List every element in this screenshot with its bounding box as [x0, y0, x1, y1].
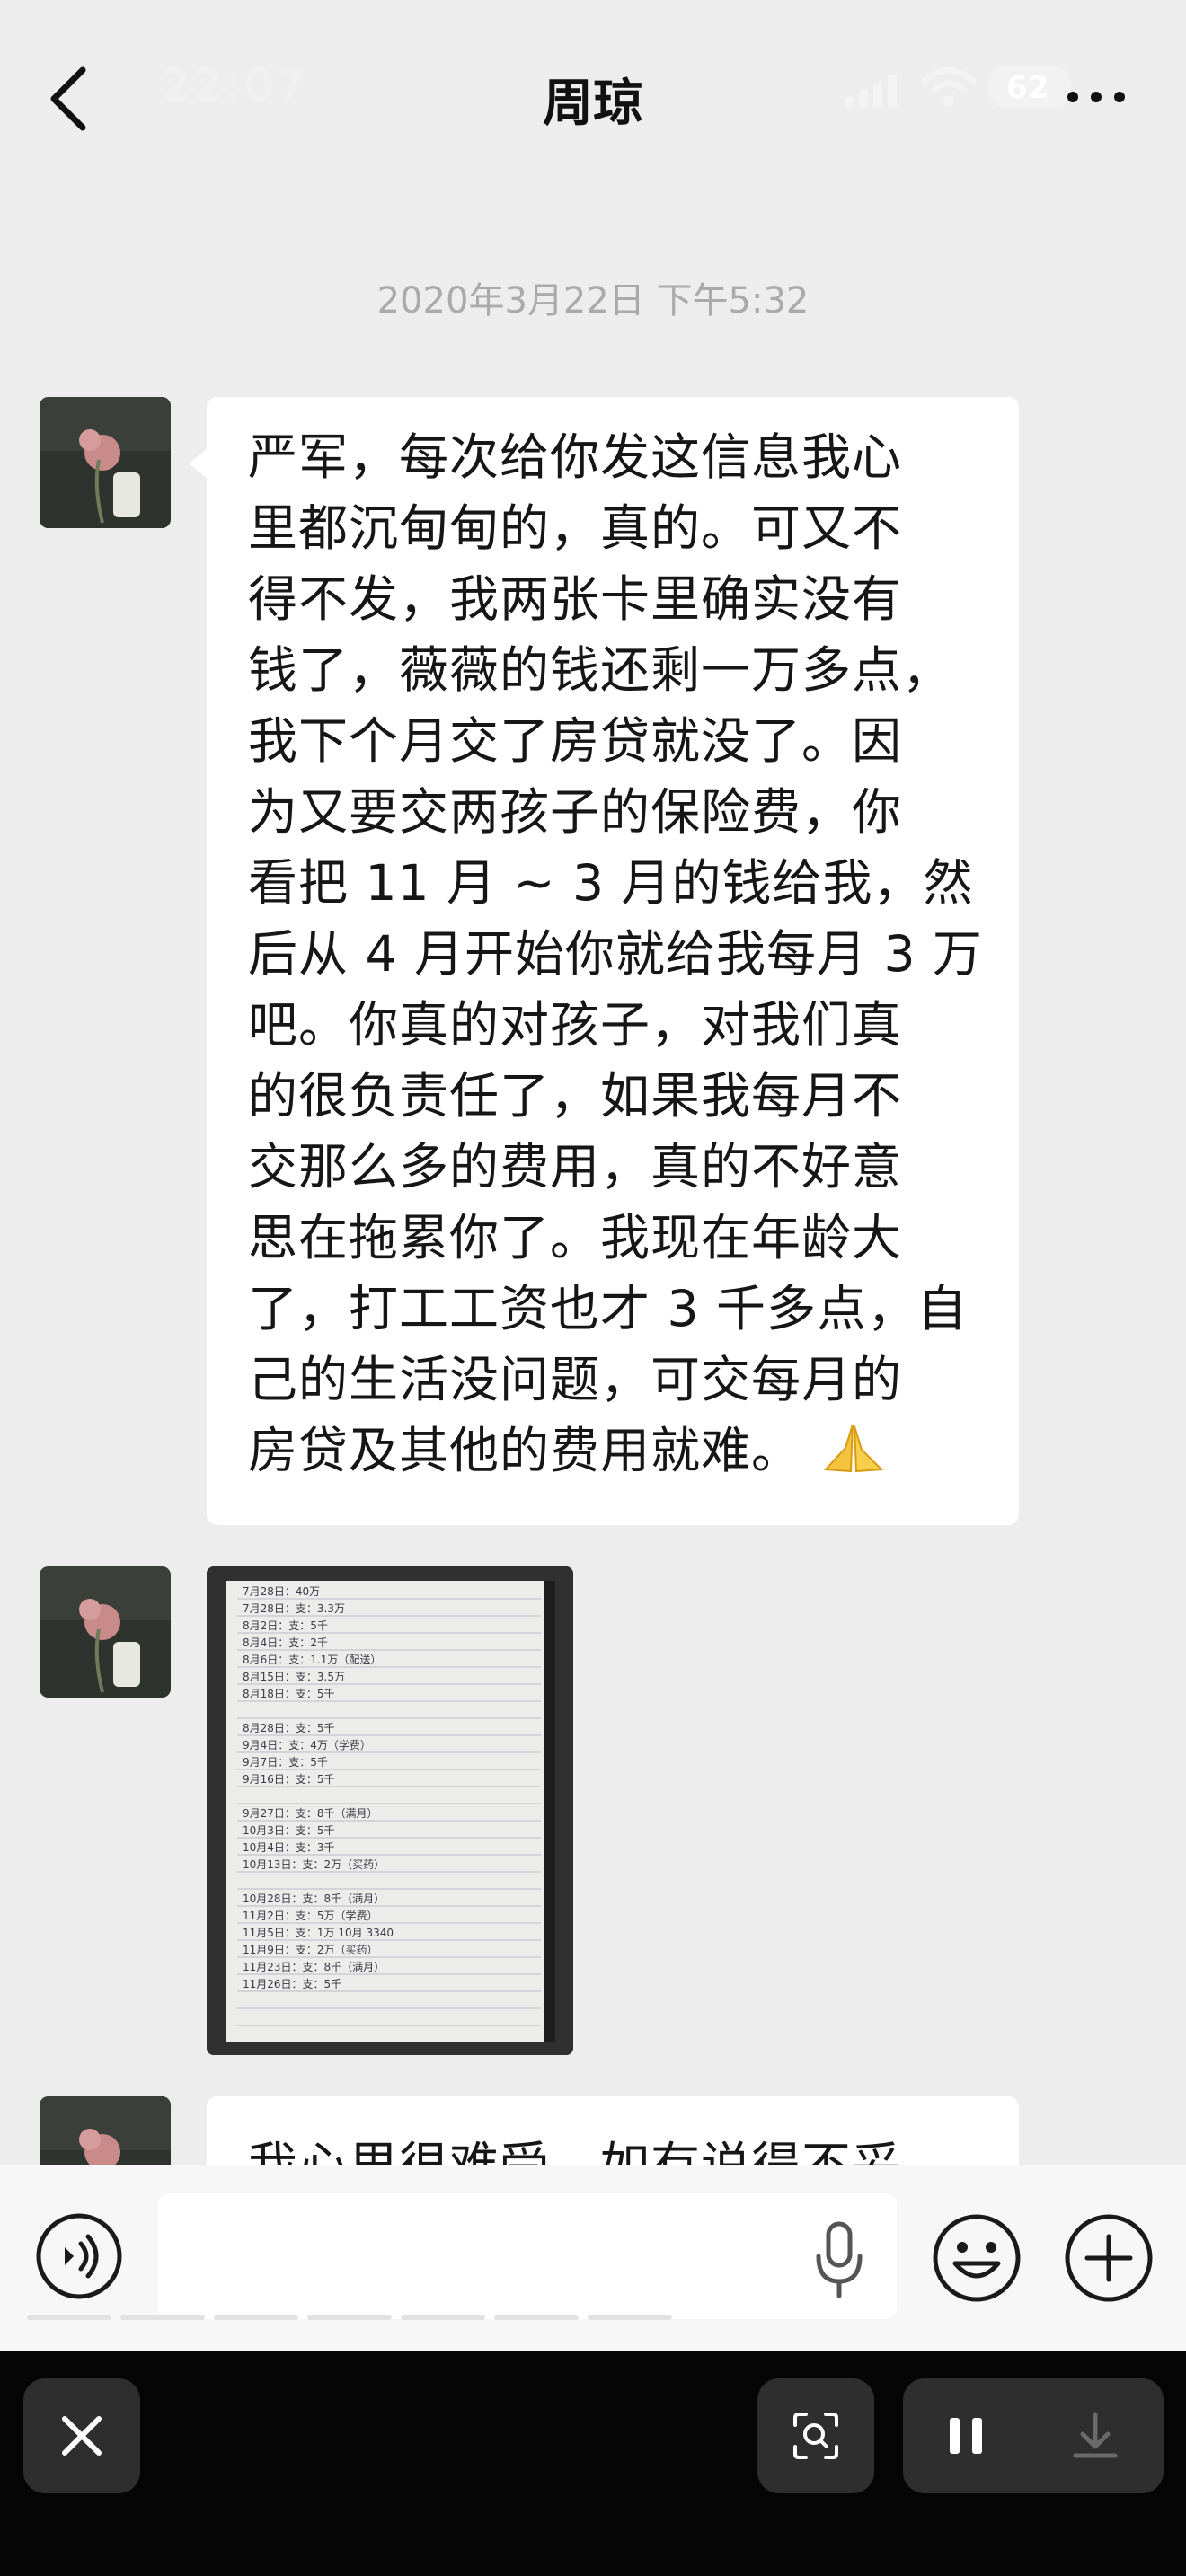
notebook-entry: 10月3日：支：5千: [243, 1824, 335, 1837]
pause-icon[interactable]: [939, 2409, 993, 2463]
message-bubble[interactable]: 我心里很难受，如有说得不妥: [207, 2096, 1019, 2165]
battery-level: 62: [1006, 70, 1049, 106]
message-line: 我心里很难受，如有说得不妥: [248, 2130, 902, 2165]
notebook-entry: 9月7日：支：5千: [243, 1756, 328, 1769]
notebook-entry: 8月6日：支：1.1万（配送）: [243, 1653, 381, 1666]
progress-segments: [27, 2315, 672, 2320]
media-controls: [903, 2378, 1164, 2493]
battery-icon: 62: [988, 66, 1071, 108]
avatar[interactable]: [40, 1566, 171, 1698]
download-icon[interactable]: [1065, 2405, 1126, 2466]
avatar[interactable]: [40, 397, 171, 528]
close-button[interactable]: [23, 2378, 140, 2493]
wifi-icon: [921, 66, 977, 107]
avatar-photo: [40, 1566, 171, 1698]
notebook-entry: 9月16日：支：5千: [243, 1773, 335, 1786]
message-line: 了，打工工资也才 3 千多点，自: [248, 1280, 968, 1337]
message-line: 后从 4 月开始你就给我每月 3 万: [248, 925, 983, 983]
message-text[interactable]: 严军，每次给你发这信息我心 里都沉甸甸的，真的。可又不 得不发，我两张卡里确实没…: [248, 422, 983, 1486]
scan-button[interactable]: [757, 2378, 874, 2493]
notebook-entry: 7月28日：支：3.3万: [243, 1602, 345, 1615]
notebook-photo[interactable]: 7月28日：40万 7月28日：支：3.3万 8月2日：支：5千 8月4日：支：2千 8…: [207, 1566, 573, 2055]
notebook-entry: 9月27日：支：8千（满月）: [243, 1807, 378, 1820]
notebook-entry: 11月5日：支：1万 10月 3340: [243, 1927, 394, 1939]
emoji-icon[interactable]: [930, 2211, 1023, 2305]
notebook-entry: 7月28日：40万: [243, 1585, 320, 1598]
message-line: 己的生活没问题，可交每月的: [248, 1351, 903, 1408]
notebook-entry: 10月4日：支：3千: [243, 1841, 335, 1854]
more-icon[interactable]: [1060, 79, 1132, 115]
notebook-entry: 8月18日：支：5千: [243, 1688, 335, 1700]
message-line: 为又要交两孩子的保险费，你: [248, 783, 903, 841]
plus-icon[interactable]: [1062, 2211, 1155, 2305]
notebook-page: 7月28日：40万 7月28日：支：3.3万 8月2日：支：5千 8月4日：支：2千 8…: [207, 1566, 573, 2055]
message-line: 严军，每次给你发这信息我心: [248, 428, 903, 486]
avatar[interactable]: [40, 2096, 171, 2165]
message-line: 吧。你真的对孩子，对我们真: [248, 996, 903, 1054]
notebook-entry: 9月4日：支：4万（学费）: [243, 1738, 371, 1751]
message-line-last: 房贷及其他的费用就难。: [248, 1416, 983, 1486]
bubble-tail: [189, 449, 207, 478]
avatar-photo: [40, 2096, 171, 2165]
message-line: 房贷及其他的费用就难。: [248, 1422, 802, 1479]
notebook-entry: 11月23日：支：8千（满月）: [243, 1961, 385, 1973]
message-line: 交那么多的费用，真的不好意: [248, 1138, 903, 1195]
microphone-icon[interactable]: [813, 2220, 865, 2301]
notebook-entry: 10月13日：支：2万（买药）: [243, 1858, 385, 1871]
message-input[interactable]: [158, 2193, 897, 2319]
voice-icon[interactable]: [34, 2211, 124, 2301]
close-icon: [62, 2416, 102, 2456]
notebook-entry: 10月28日：支：8千（满月）: [243, 1892, 385, 1905]
message-line: 的很负责任了，如果我每月不: [248, 1067, 903, 1125]
scan-icon: [793, 2413, 838, 2459]
notebook-entry: 8月15日：支：3.5万: [243, 1671, 345, 1683]
notebook-entry: 11月2日：支：5万（学费）: [243, 1909, 378, 1922]
message-line: 看把 11 月 ~ 3 月的钱给我，然: [248, 854, 974, 912]
message-line: 我下个月交了房贷就没了。因: [248, 712, 903, 770]
message-line: 得不发，我两张卡里确实没有: [248, 570, 903, 628]
signal-icon: [845, 75, 897, 108]
notebook-entry: 8月28日：支：5千: [243, 1722, 335, 1734]
message-line: 思在拖累你了。我现在年龄大: [248, 1209, 903, 1266]
notebook-entry: 8月4日：支：2千: [243, 1636, 328, 1649]
message-line: 钱了，薇薇的钱还剩一万多点，: [248, 641, 953, 699]
notebook-entry: 8月2日：支：5千: [243, 1619, 328, 1632]
notebook-entry: 11月9日：支：2万（买药）: [243, 1944, 378, 1956]
message-timestamp: 2020年3月22日 下午5:32: [376, 280, 810, 322]
avatar-photo: [40, 397, 171, 528]
notebook-entry: 11月26日：支：5千: [243, 1978, 341, 1990]
message-line: 里都沉甸甸的，真的。可又不: [248, 499, 903, 557]
praying-hands-icon: [823, 1424, 883, 1473]
